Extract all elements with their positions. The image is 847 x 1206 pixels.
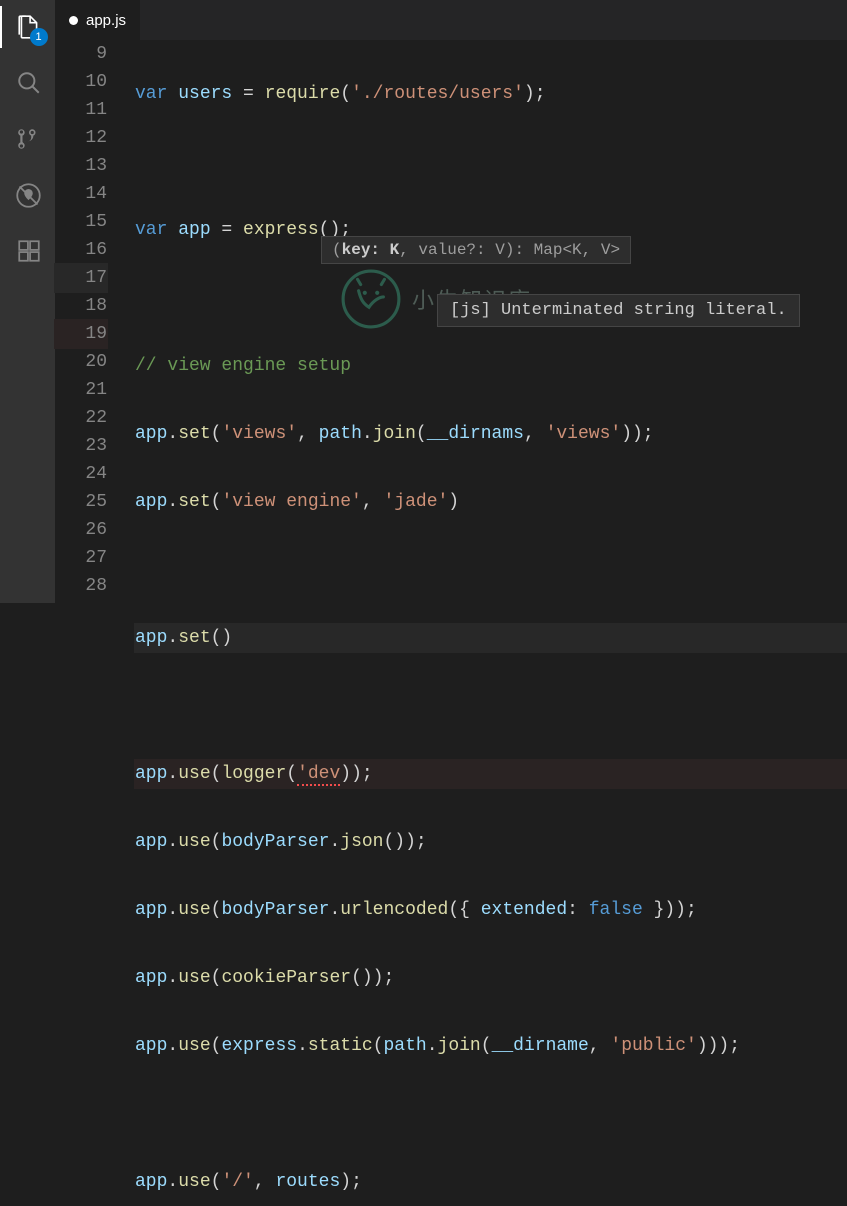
code-line: app.set('view engine', 'jade') bbox=[135, 488, 847, 516]
line-number: 18 bbox=[55, 292, 107, 320]
line-number: 12 bbox=[55, 124, 107, 152]
tab-bar: app.js bbox=[55, 0, 847, 40]
parameter-hint-popup: (key: K, value?: V): Map<K, V> bbox=[321, 236, 631, 264]
extensions-icon[interactable] bbox=[14, 236, 44, 266]
debug-icon[interactable] bbox=[14, 180, 44, 210]
line-number: 22 bbox=[55, 404, 107, 432]
code-line: var users = require('./routes/users'); bbox=[135, 80, 847, 108]
tab-label: app.js bbox=[86, 12, 126, 29]
line-number: 20 bbox=[55, 348, 107, 376]
search-icon[interactable] bbox=[14, 68, 44, 98]
editor-group: app.js 9 10 11 12 13 14 15 16 17 18 19 2… bbox=[55, 0, 847, 603]
code-line: // view engine setup bbox=[135, 352, 847, 380]
line-number: 19 bbox=[55, 320, 107, 348]
tab-app-js[interactable]: app.js bbox=[55, 0, 140, 40]
line-number-gutter: 9 10 11 12 13 14 15 16 17 18 19 20 21 22… bbox=[55, 40, 135, 1206]
source-control-icon[interactable] bbox=[14, 124, 44, 154]
code-line: app.use(logger('dev)); bbox=[135, 760, 847, 788]
code-line: app.use(bodyParser.urlencoded({ extended… bbox=[135, 896, 847, 924]
code-line: app.use(express.static(path.join(__dirna… bbox=[135, 1032, 847, 1060]
line-number: 17 bbox=[55, 264, 107, 292]
line-number: 15 bbox=[55, 208, 107, 236]
code-line bbox=[135, 692, 847, 720]
code-line: app.use(bodyParser.json()); bbox=[135, 828, 847, 856]
text-editor[interactable]: 9 10 11 12 13 14 15 16 17 18 19 20 21 22… bbox=[55, 40, 847, 1206]
code-line: app.set() bbox=[135, 624, 847, 652]
code-line bbox=[135, 148, 847, 176]
line-number: 26 bbox=[55, 516, 107, 544]
code-content[interactable]: var users = require('./routes/users'); v… bbox=[135, 40, 847, 1206]
line-number: 27 bbox=[55, 544, 107, 572]
code-line: app.set('views', path.join(__dirnams, 'v… bbox=[135, 420, 847, 448]
line-number: 21 bbox=[55, 376, 107, 404]
line-number: 28 bbox=[55, 572, 107, 600]
activity-bar: 1 bbox=[0, 0, 55, 603]
line-number: 25 bbox=[55, 488, 107, 516]
dirty-indicator-icon bbox=[69, 16, 78, 25]
line-number: 9 bbox=[55, 40, 107, 68]
line-number: 14 bbox=[55, 180, 107, 208]
error-tooltip: [js] Unterminated string literal. bbox=[437, 294, 800, 327]
line-number: 13 bbox=[55, 152, 107, 180]
code-line bbox=[135, 556, 847, 584]
line-number: 10 bbox=[55, 68, 107, 96]
line-number: 16 bbox=[55, 236, 107, 264]
explorer-badge: 1 bbox=[30, 28, 48, 46]
code-line: app.use(cookieParser()); bbox=[135, 964, 847, 992]
line-number: 23 bbox=[55, 432, 107, 460]
code-line: app.use('/', routes); bbox=[135, 1168, 847, 1196]
explorer-icon[interactable]: 1 bbox=[14, 12, 44, 42]
code-line bbox=[135, 1100, 847, 1128]
line-number: 11 bbox=[55, 96, 107, 124]
line-number: 24 bbox=[55, 460, 107, 488]
